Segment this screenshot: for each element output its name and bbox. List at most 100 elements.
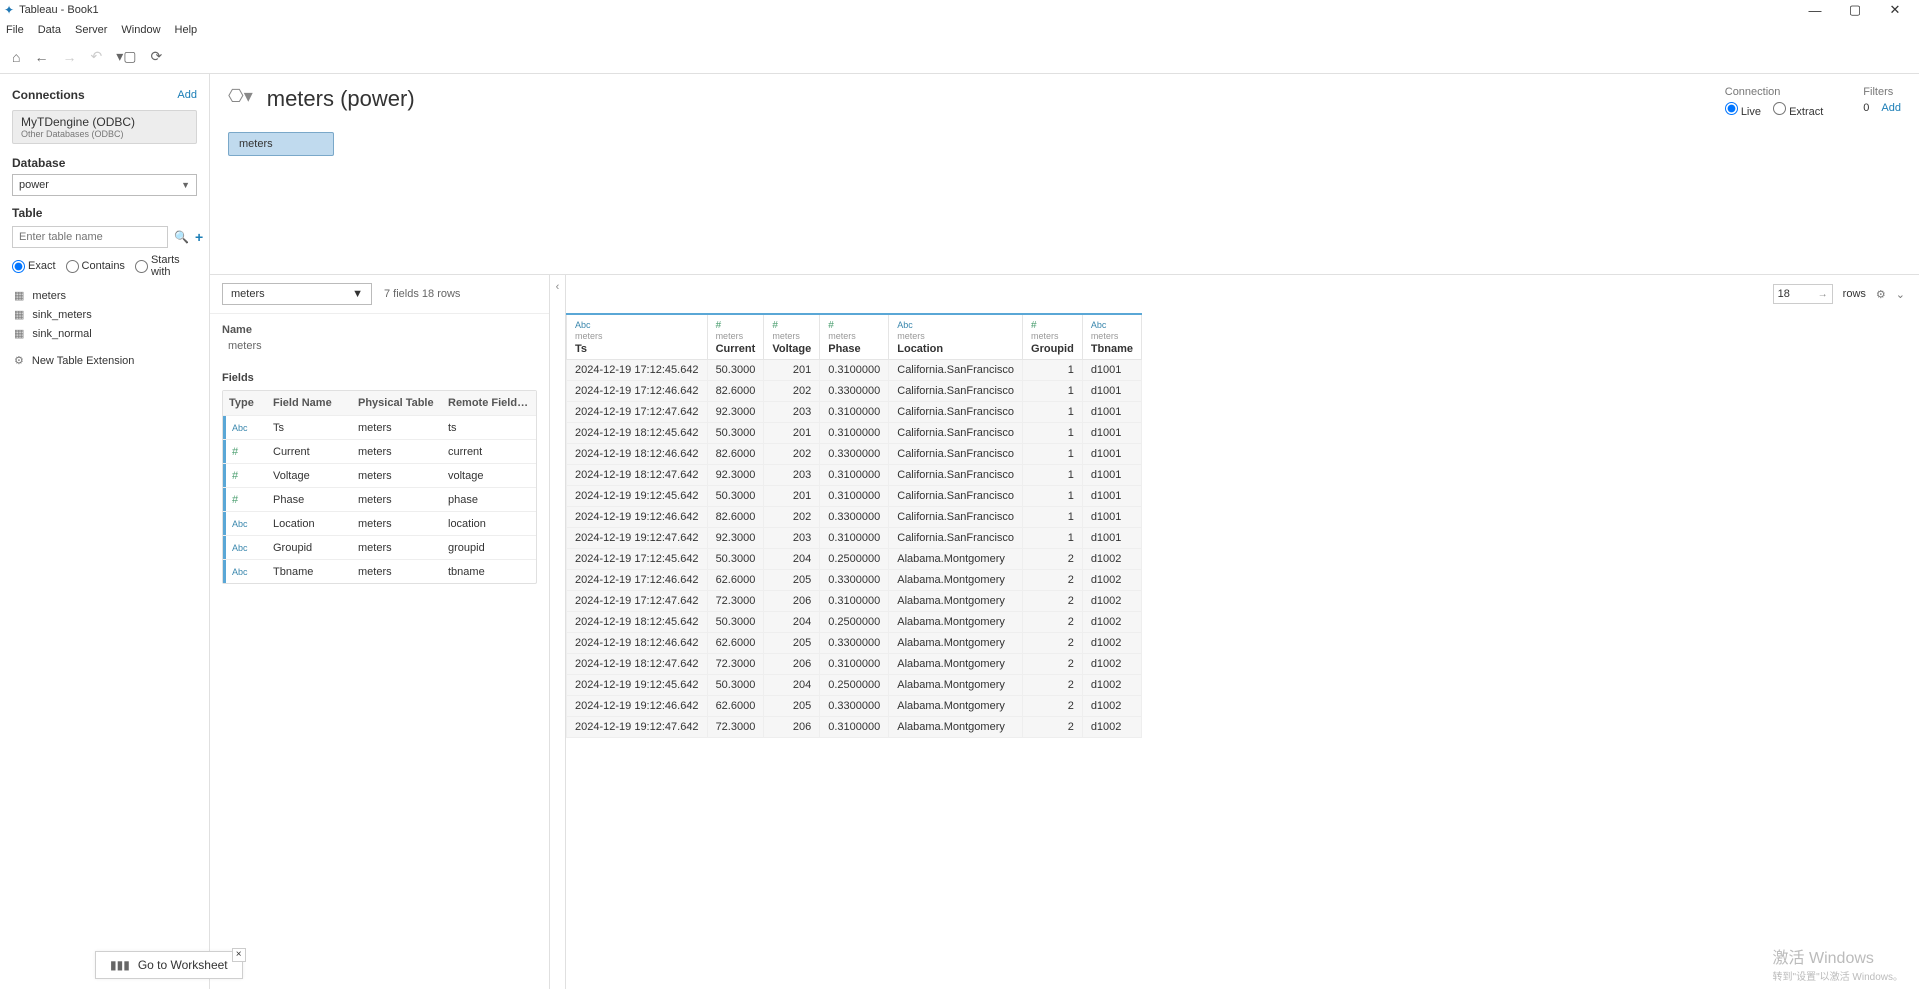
grid-row[interactable]: 2024-12-19 17:12:45.64250.30002040.25000…: [567, 549, 1142, 570]
field-row[interactable]: #Voltagemetersvoltage: [223, 463, 536, 487]
name-label: Name: [222, 324, 537, 336]
add-table-icon[interactable]: +: [195, 229, 203, 245]
goto-worksheet-button[interactable]: ▮▮▮ Go to Worksheet ×: [95, 951, 243, 979]
grid-row[interactable]: 2024-12-19 19:12:46.64262.60002050.33000…: [567, 696, 1142, 717]
database-select[interactable]: power ▼: [12, 174, 197, 196]
rows-input[interactable]: 18 →: [1773, 284, 1833, 304]
database-value: power: [19, 179, 49, 191]
grid-row[interactable]: 2024-12-19 18:12:46.64262.60002050.33000…: [567, 633, 1142, 654]
add-filter-button[interactable]: Add: [1881, 102, 1901, 114]
fields-label: Fields: [222, 372, 537, 384]
table-list-item[interactable]: ▦sink_meters: [12, 305, 197, 324]
table-list-item[interactable]: ▦sink_normal: [12, 324, 197, 343]
field-row[interactable]: AbcTbnamemeterstbname: [223, 559, 536, 583]
chart-icon: ▮▮▮: [110, 958, 130, 972]
collapse-panel[interactable]: ‹: [550, 275, 566, 989]
field-row[interactable]: AbcLocationmeterslocation: [223, 511, 536, 535]
filters-label: Filters: [1863, 86, 1901, 98]
grid-row[interactable]: 2024-12-19 17:12:47.64292.30002030.31000…: [567, 402, 1142, 423]
minimize-button[interactable]: —: [1795, 3, 1835, 18]
arrow-right-icon: →: [1818, 289, 1828, 300]
menu-window[interactable]: Window: [121, 24, 160, 36]
close-goto-icon[interactable]: ×: [232, 948, 246, 962]
grid-row[interactable]: 2024-12-19 17:12:46.64282.60002020.33000…: [567, 381, 1142, 402]
grid-header[interactable]: AbcmetersTbname: [1082, 314, 1141, 360]
connections-label: Connections: [12, 88, 85, 102]
grid-row[interactable]: 2024-12-19 17:12:47.64272.30002060.31000…: [567, 591, 1142, 612]
nav-toolbar: ⌂ ← → ↶ ▾▢ ⟳: [0, 40, 1919, 74]
grid-row[interactable]: 2024-12-19 17:12:45.64250.30002010.31000…: [567, 360, 1142, 381]
gear-icon[interactable]: ⚙: [1876, 288, 1886, 301]
grid-row[interactable]: 2024-12-19 18:12:47.64272.30002060.31000…: [567, 654, 1142, 675]
table-list-item[interactable]: ▦meters: [12, 286, 197, 305]
expand-icon[interactable]: ⌄: [1896, 288, 1905, 301]
grid-row[interactable]: 2024-12-19 18:12:45.64250.30002010.31000…: [567, 423, 1142, 444]
refresh-icon[interactable]: ⟳: [150, 48, 162, 65]
fields-meta: 7 fields 18 rows: [384, 288, 460, 300]
connection-mode-label: Connection: [1725, 86, 1824, 98]
grid-row[interactable]: 2024-12-19 18:12:46.64282.60002020.33000…: [567, 444, 1142, 465]
connection-name: MyTDengine (ODBC): [21, 115, 188, 129]
grid-header[interactable]: #metersCurrent: [707, 314, 764, 360]
left-sidebar: Connections Add MyTDengine (ODBC) Other …: [0, 74, 210, 989]
field-row[interactable]: #Currentmeterscurrent: [223, 439, 536, 463]
chevron-down-icon: ▼: [352, 288, 363, 300]
join-canvas[interactable]: meters: [210, 124, 1919, 274]
grid-row[interactable]: 2024-12-19 19:12:47.64292.30002030.31000…: [567, 528, 1142, 549]
grid-header[interactable]: #metersVoltage: [764, 314, 820, 360]
table-label: Table: [12, 206, 197, 220]
table-icon: ▦: [14, 289, 24, 302]
filters-count: 0: [1863, 102, 1869, 114]
close-button[interactable]: ✕: [1875, 2, 1915, 18]
grid-row[interactable]: 2024-12-19 19:12:46.64282.60002020.33000…: [567, 507, 1142, 528]
grid-row[interactable]: 2024-12-19 17:12:46.64262.60002050.33000…: [567, 570, 1142, 591]
add-connection-button[interactable]: Add: [177, 89, 197, 101]
forward-icon[interactable]: →: [62, 49, 76, 65]
title-bar: ✦ Tableau - Book1 — ▢ ✕: [0, 0, 1919, 20]
menu-help[interactable]: Help: [175, 24, 198, 36]
home-icon[interactable]: ⌂: [12, 49, 20, 65]
connection-item[interactable]: MyTDengine (ODBC) Other Databases (ODBC): [12, 110, 197, 144]
fields-table: TypeField NamePhysical TableRemote Field…: [222, 390, 537, 584]
grid-row[interactable]: 2024-12-19 19:12:45.64250.30002040.25000…: [567, 675, 1142, 696]
radio-starts[interactable]: Starts with: [135, 254, 197, 278]
menu-bar: File Data Server Window Help: [0, 20, 1919, 40]
grid-header[interactable]: #metersGroupid: [1023, 314, 1083, 360]
grid-row[interactable]: 2024-12-19 18:12:47.64292.30002030.31000…: [567, 465, 1142, 486]
grid-row[interactable]: 2024-12-19 18:12:45.64250.30002040.25000…: [567, 612, 1142, 633]
grid-header[interactable]: AbcmetersLocation: [889, 314, 1023, 360]
grid-header[interactable]: AbcmetersTs: [567, 314, 708, 360]
undo-icon[interactable]: ↶: [90, 48, 102, 65]
rows-label: rows: [1843, 288, 1866, 300]
radio-exact[interactable]: Exact: [12, 260, 56, 273]
chevron-down-icon: ▼: [181, 180, 190, 190]
window-title: Tableau - Book1: [19, 4, 99, 16]
save-icon[interactable]: ▾▢: [116, 48, 136, 65]
datasource-icon: ⎔▾: [228, 86, 253, 107]
database-label: Database: [12, 156, 197, 170]
back-icon[interactable]: ←: [34, 49, 48, 65]
table-select[interactable]: meters ▼: [222, 283, 372, 305]
field-row[interactable]: AbcTsmetersts: [223, 415, 536, 439]
maximize-button[interactable]: ▢: [1835, 2, 1875, 18]
menu-file[interactable]: File: [6, 24, 24, 36]
radio-live[interactable]: Live: [1725, 102, 1761, 118]
menu-data[interactable]: Data: [38, 24, 61, 36]
new-table-extension[interactable]: ⚙ New Table Extension: [12, 351, 197, 370]
field-row[interactable]: #Phasemetersphase: [223, 487, 536, 511]
connection-sub: Other Databases (ODBC): [21, 129, 188, 139]
field-row[interactable]: AbcGroupidmetersgroupid: [223, 535, 536, 559]
grid-row[interactable]: 2024-12-19 19:12:45.64250.30002010.31000…: [567, 486, 1142, 507]
table-chip[interactable]: meters: [228, 132, 334, 156]
menu-server[interactable]: Server: [75, 24, 107, 36]
name-value: meters: [222, 338, 537, 354]
radio-contains[interactable]: Contains: [66, 260, 125, 273]
table-list: ▦meters▦sink_meters▦sink_normal: [12, 286, 197, 343]
data-grid: AbcmetersTs#metersCurrent#metersVoltage#…: [566, 313, 1142, 738]
table-search-input[interactable]: [12, 226, 168, 248]
table-icon: ▦: [14, 308, 24, 321]
grid-row[interactable]: 2024-12-19 19:12:47.64272.30002060.31000…: [567, 717, 1142, 738]
grid-header[interactable]: #metersPhase: [820, 314, 889, 360]
radio-extract[interactable]: Extract: [1773, 102, 1823, 118]
search-icon[interactable]: 🔍: [174, 230, 189, 244]
